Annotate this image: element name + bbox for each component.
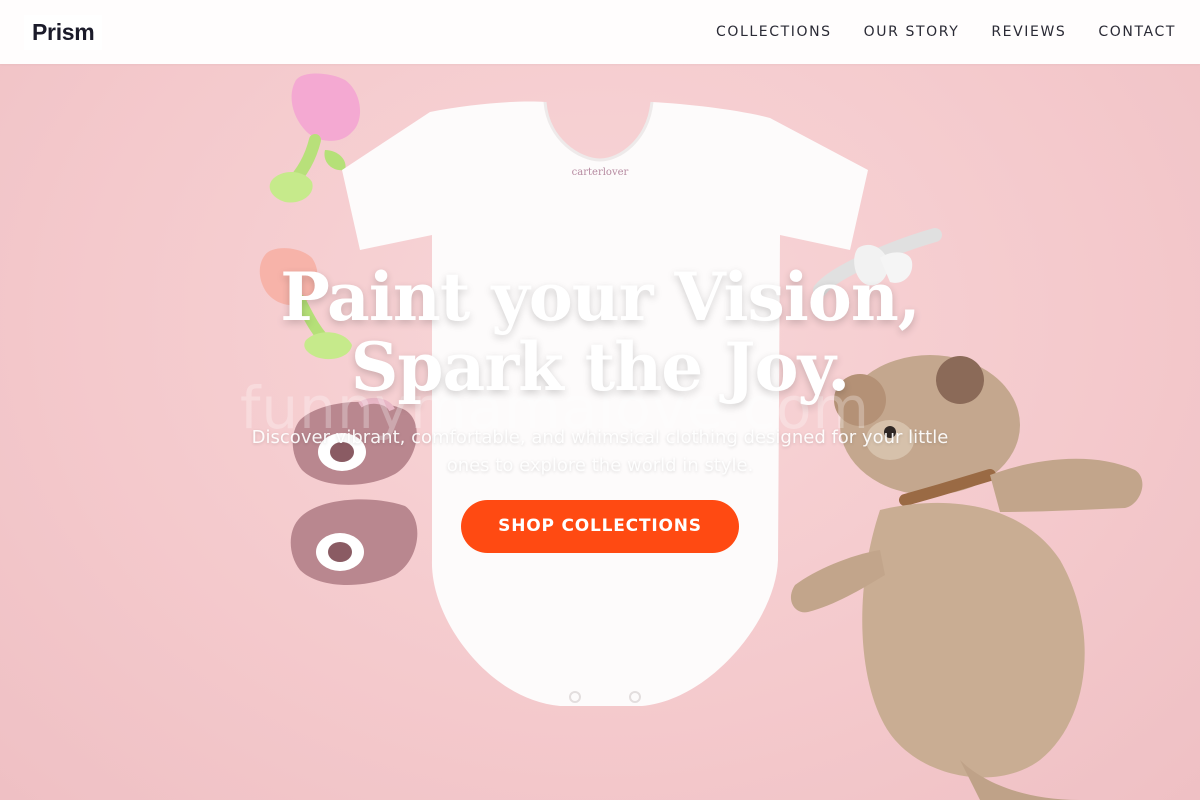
nav-link-our-story[interactable]: OUR STORY [864,24,960,40]
headline-line-1: Paint your Vision, [280,258,921,336]
top-navigation: Prism COLLECTIONS OUR STORY REVIEWS CONT… [0,0,1200,64]
headline-line-2: Spark the Joy. [350,328,850,406]
nav-link-reviews[interactable]: REVIEWS [991,24,1066,40]
shop-collections-button[interactable]: SHOP COLLECTIONS [461,500,739,553]
hero-content: Paint your Vision, Spark the Joy. Discov… [0,262,1200,553]
nav-link-contact[interactable]: CONTACT [1098,24,1176,40]
hero-headline: Paint your Vision, Spark the Joy. [0,262,1200,402]
nav-link-collections[interactable]: COLLECTIONS [716,24,832,40]
brand-logo[interactable]: Prism [24,14,103,50]
hero-subtitle: Discover vibrant, comfortable, and whims… [251,427,949,476]
nav-menu: COLLECTIONS OUR STORY REVIEWS CONTACT [716,24,1176,40]
tag-label: carterlover [572,167,629,178]
